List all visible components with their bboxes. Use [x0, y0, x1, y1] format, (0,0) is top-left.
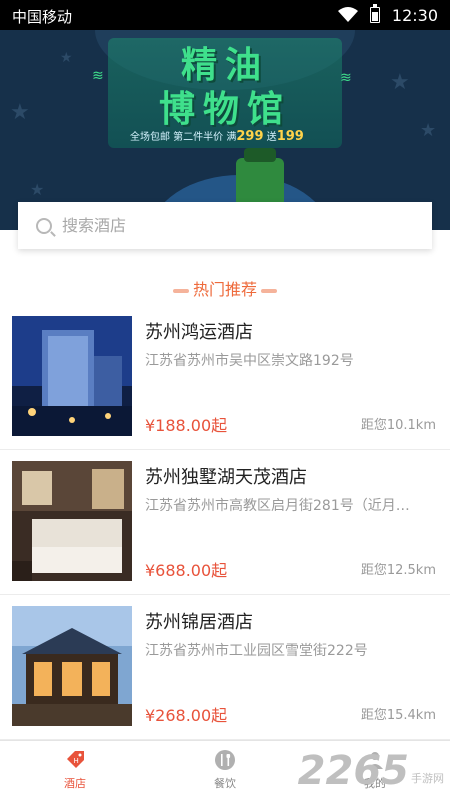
hotel-list-item[interactable]: 苏州独墅湖天茂酒店 江苏省苏州市高教区启月街281号（近月… ¥688.00起 …	[0, 461, 450, 595]
tab-label: 餐饮	[214, 777, 236, 790]
cutlery-icon	[215, 750, 235, 770]
wifi-icon	[337, 7, 358, 22]
hotel-address: 江苏省苏州市吴中区崇文路192号	[145, 353, 354, 369]
watermark-text: 手游网	[411, 772, 444, 785]
promo-mid: 送	[263, 132, 277, 143]
hotel-distance: 距您10.1km	[360, 418, 436, 433]
brush-decor	[261, 288, 277, 293]
hotel-distance: 距您12.5km	[360, 563, 436, 578]
status-bar: 中国移动 12:30	[0, 0, 450, 30]
hotel-photo	[12, 316, 132, 436]
hotel-price: ¥688.00起	[145, 561, 228, 580]
search-icon	[36, 217, 52, 234]
search-bar[interactable]	[18, 202, 432, 249]
hotel-name: 苏州鸿运酒店	[145, 322, 253, 343]
hotel-name: 苏州锦居酒店	[145, 612, 253, 633]
brush-decor	[172, 288, 189, 293]
search-input[interactable]	[62, 216, 402, 235]
hotel-distance: 距您15.4km	[360, 708, 436, 723]
hotel-tag-icon: H	[67, 751, 84, 768]
tab-hotel[interactable]: H 酒店	[0, 741, 150, 800]
tab-dining[interactable]: 餐饮	[150, 741, 300, 800]
star-icon: ★	[30, 180, 45, 199]
hotel-name: 苏州独墅湖天茂酒店	[145, 467, 307, 488]
hotel-list-item[interactable]: 苏州锦居酒店 江苏省苏州市工业园区雪堂街222号 ¥268.00起 距您15.4…	[0, 606, 450, 740]
clock: 12:30	[391, 5, 438, 25]
watermark-logo: 2265 手游网	[298, 748, 444, 794]
hotel-photo	[12, 461, 132, 581]
battery-icon	[369, 4, 380, 23]
promo-banner[interactable]: ★ ★ ★ ★ ★ ≋ ≋ 精油 博物馆 全场包邮 第二件半价 满299 送19…	[0, 30, 450, 230]
section-title-text: 热门推荐	[192, 280, 257, 299]
svg-text:H: H	[74, 757, 79, 765]
hotel-list-item[interactable]: 苏州鸿运酒店 江苏省苏州市吴中区崇文路192号 ¥188.00起 距您10.1k…	[0, 316, 450, 450]
watermark-number: 2265	[297, 748, 409, 794]
banner-title-line2: 博物馆	[158, 88, 291, 130]
section-title: 热门推荐	[0, 276, 450, 300]
hotel-photo	[12, 606, 132, 726]
tab-label: 酒店	[64, 777, 86, 790]
hotel-address: 江苏省苏州市高教区启月街281号（近月…	[145, 498, 410, 514]
status-icons: 12:30	[337, 4, 438, 25]
promo-amount-2: 199	[276, 129, 304, 144]
banner-promo-text: 全场包邮 第二件半价 满299 送199	[130, 128, 304, 144]
carrier-name: 中国移动	[12, 8, 73, 26]
hotel-price: ¥268.00起	[145, 706, 228, 725]
promo-amount-1: 299	[236, 129, 264, 144]
hotel-price: ¥188.00起	[145, 416, 228, 435]
promo-text: 全场包邮 第二件半价 满	[130, 132, 237, 143]
hotel-address: 江苏省苏州市工业园区雪堂街222号	[145, 643, 368, 659]
